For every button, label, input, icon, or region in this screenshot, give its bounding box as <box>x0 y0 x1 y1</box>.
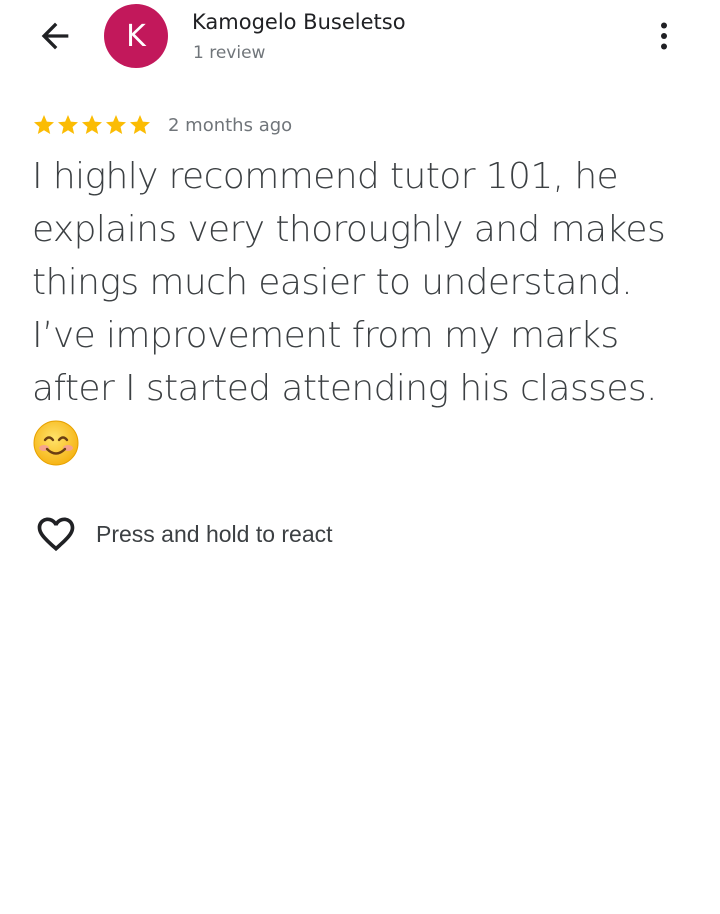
rating-row: 2 months ago <box>32 110 292 140</box>
more-vert-icon <box>661 22 667 50</box>
star-icon <box>82 115 102 134</box>
star-icon <box>106 115 126 134</box>
heart-outline-icon <box>34 512 78 556</box>
review-header: K Kamogelo Buseletso 1 review <box>0 0 720 80</box>
react-label: Press and hold to react <box>96 520 333 547</box>
star-rating <box>32 113 152 137</box>
react-button[interactable]: Press and hold to react <box>34 512 333 556</box>
smiling-face-icon <box>33 420 79 466</box>
review-body: I highly recommend tutor 101, he explain… <box>32 150 692 467</box>
avatar-letter: K <box>126 18 146 54</box>
star-icon <box>34 115 54 134</box>
star-icon <box>130 115 150 134</box>
review-count: 1 review <box>193 43 266 63</box>
more-options-button[interactable] <box>646 14 682 58</box>
star-icon <box>58 115 78 134</box>
avatar[interactable]: K <box>104 4 168 68</box>
review-text: I highly recommend tutor 101, he explain… <box>32 156 666 409</box>
back-button[interactable] <box>30 14 80 58</box>
arrow-back-icon <box>41 22 69 50</box>
review-date: 2 months ago <box>168 114 293 136</box>
reviewer-name[interactable]: Kamogelo Buseletso <box>192 10 406 34</box>
